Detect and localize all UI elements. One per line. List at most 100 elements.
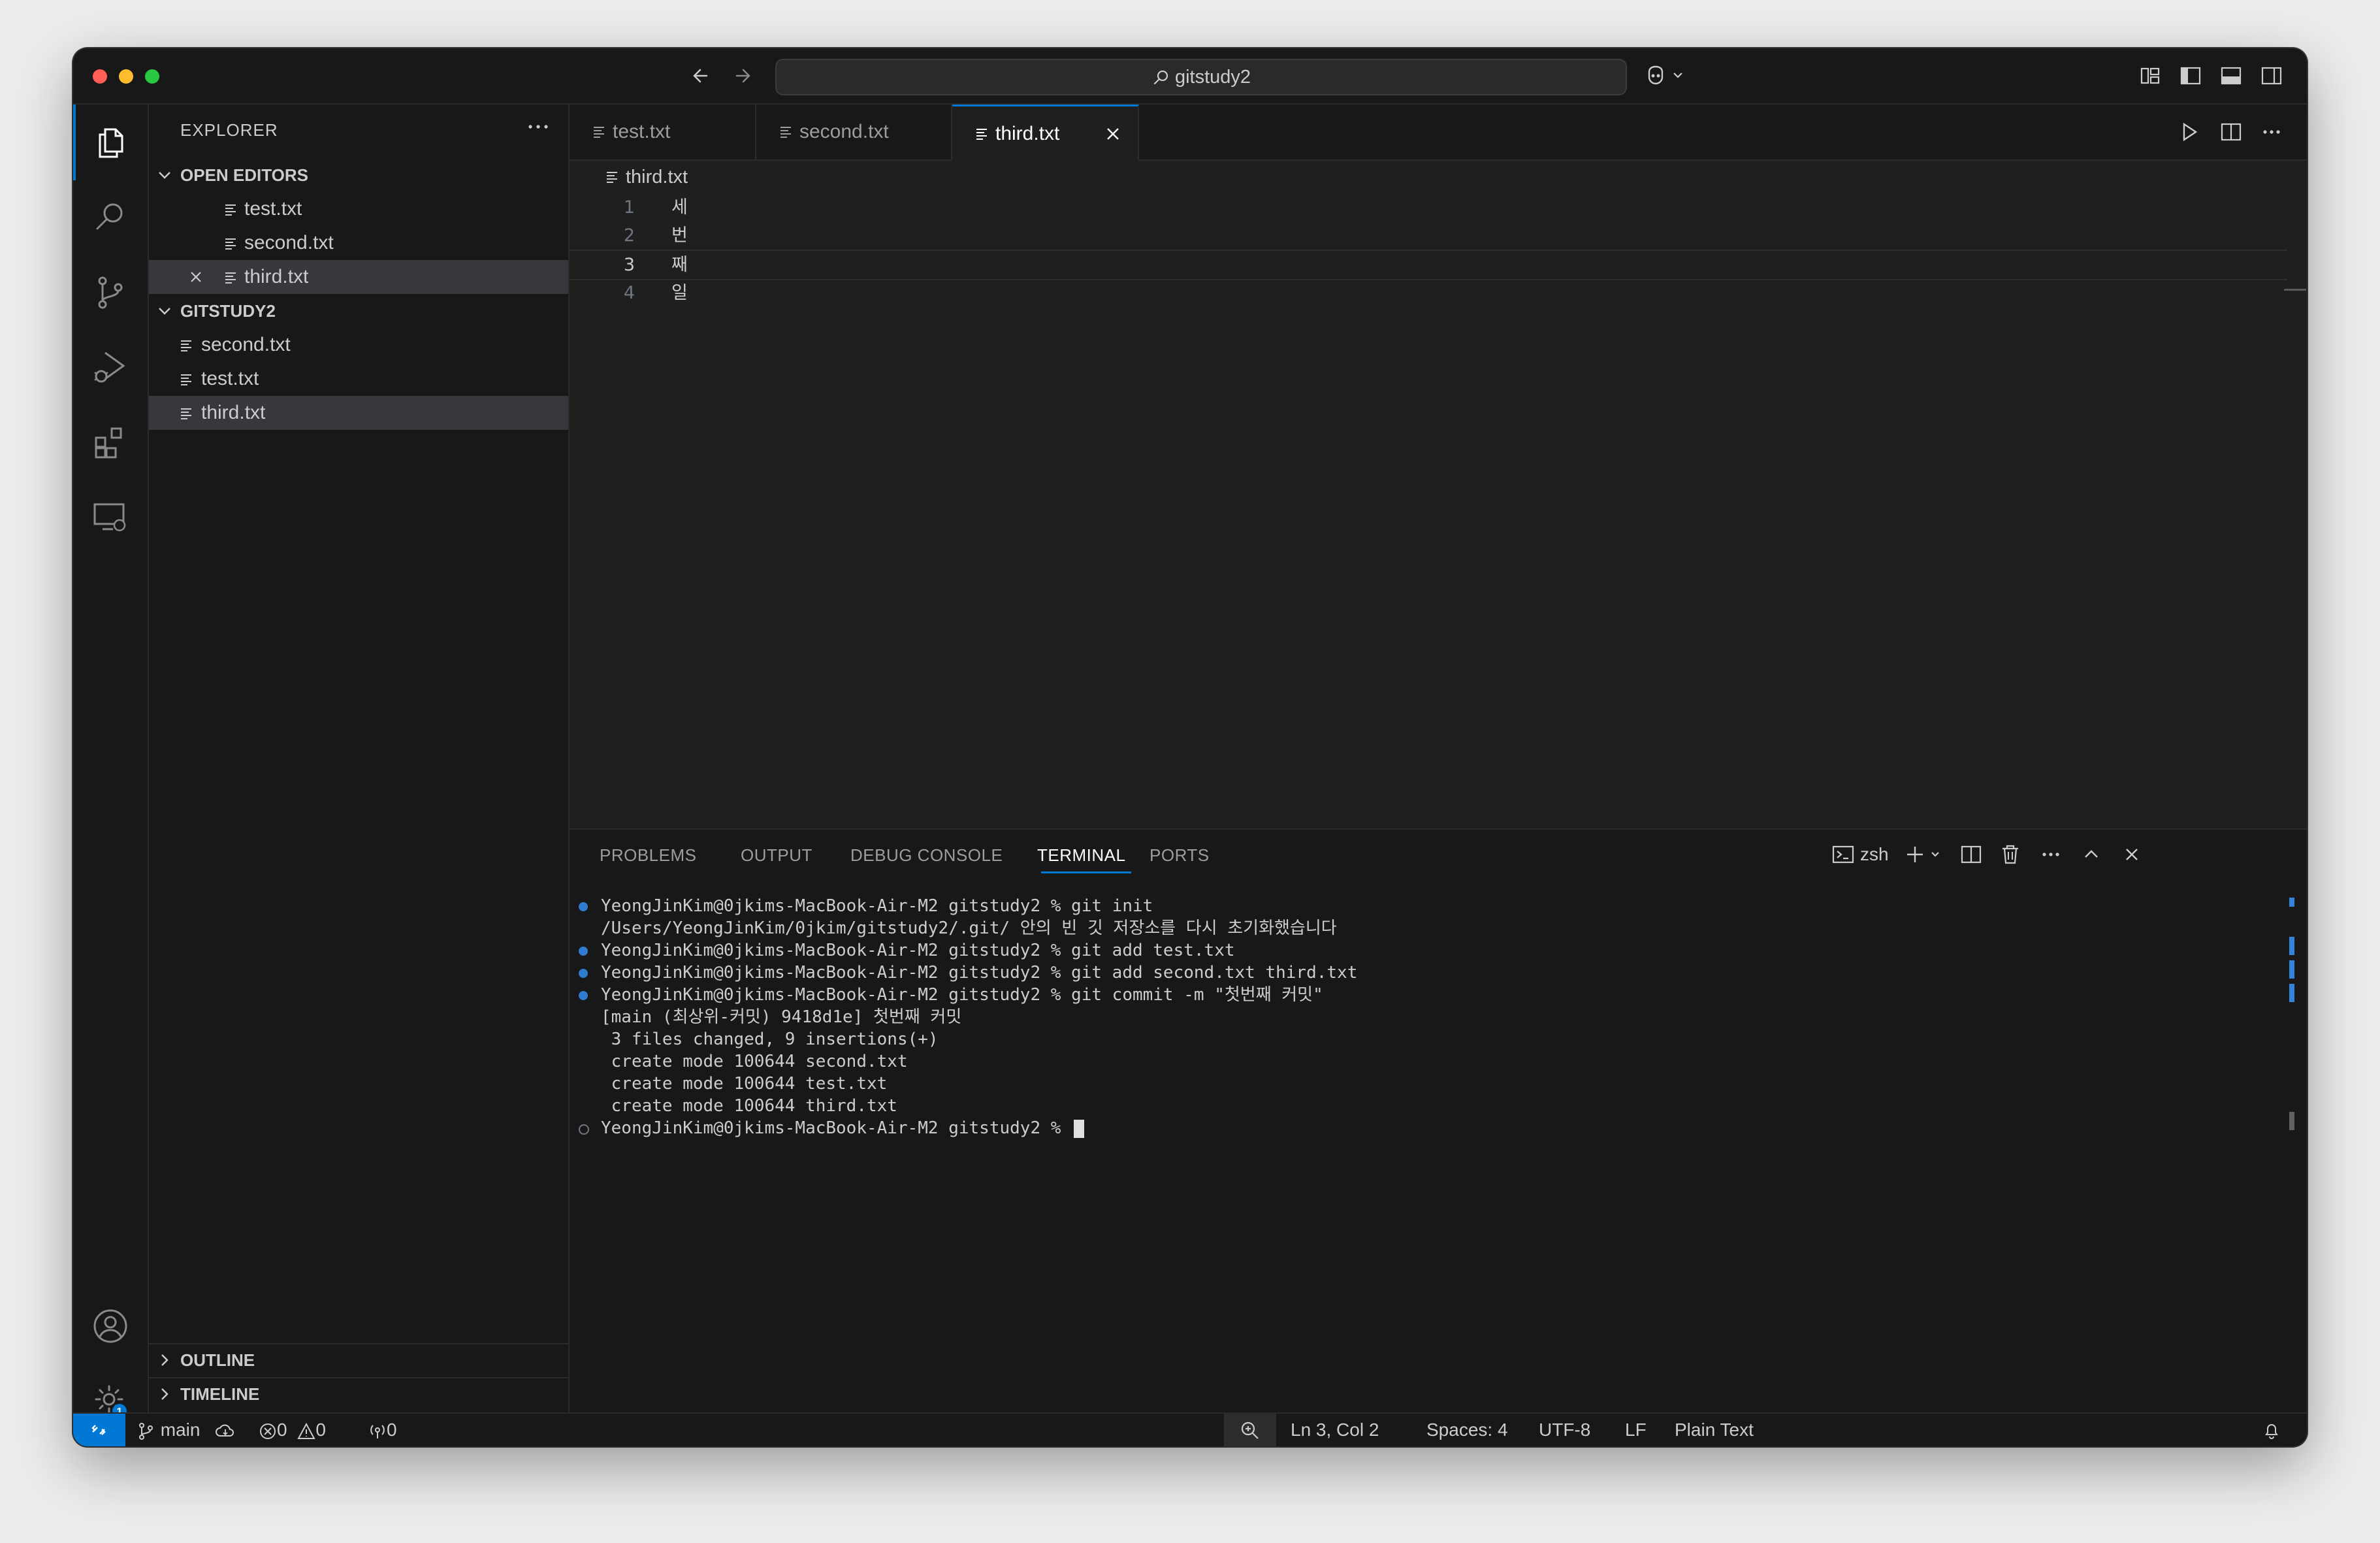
terminal-prompt-line: YeongJinKim@0jkims-MacBook-Air-M2 gitstu…: [601, 1117, 1085, 1139]
tab-label: third.txt: [995, 123, 1060, 144]
bottom-panel: PROBLEMS OUTPUT DEBUG CONSOLE TERMINAL P…: [570, 828, 2307, 1414]
customize-layout-icon[interactable]: [2137, 63, 2163, 89]
encoding[interactable]: UTF-8: [1539, 1414, 1590, 1446]
editor-area[interactable]: 1 세 2 번 3 째 4 일: [570, 193, 2307, 827]
breadcrumb-file: third.txt: [626, 167, 688, 187]
zoom-indicator[interactable]: [1224, 1414, 1276, 1446]
line-number: 4: [623, 283, 635, 303]
close-icon[interactable]: [188, 269, 204, 285]
line-number: 3: [623, 255, 635, 275]
code-line[interactable]: 2 번: [570, 221, 2287, 250]
command-center-text: gitstudy2: [1174, 67, 1251, 88]
ports-count: 0: [387, 1420, 397, 1440]
active-indicator: [73, 105, 76, 180]
branch-indicator[interactable]: main: [136, 1414, 200, 1446]
ports-indicator[interactable]: 0: [368, 1414, 397, 1446]
timeline-header[interactable]: TIMELINE: [149, 1377, 568, 1411]
sync-cloud-icon[interactable]: [214, 1421, 236, 1440]
error-icon: [260, 1423, 276, 1439]
warning-count: 0: [315, 1420, 326, 1440]
line-text: 째: [671, 255, 688, 275]
close-window-button[interactable]: [93, 69, 107, 84]
activity-bar: 1: [73, 105, 149, 1418]
accounts-icon[interactable]: [91, 1307, 130, 1346]
run-icon[interactable]: [2176, 119, 2202, 145]
file-item-third[interactable]: third.txt: [149, 396, 568, 430]
file-lines-icon: [181, 374, 191, 385]
folder-label: GITSTUDY2: [180, 301, 276, 321]
more-actions-icon[interactable]: [2259, 119, 2285, 145]
zoom-window-button[interactable]: [145, 69, 159, 84]
file-item-second[interactable]: second.txt: [149, 328, 568, 362]
tab-third[interactable]: third.txt: [952, 105, 1139, 163]
remote-indicator[interactable]: [73, 1414, 125, 1446]
end-of-line[interactable]: LF: [1625, 1414, 1647, 1446]
split-editor-icon[interactable]: [2218, 119, 2244, 145]
scrollbar-mark: [2289, 984, 2294, 1002]
breadcrumb[interactable]: third.txt: [570, 161, 2307, 193]
cursor-position[interactable]: Ln 3, Col 2: [1291, 1414, 1379, 1446]
open-editor-item-second[interactable]: second.txt: [149, 226, 568, 260]
open-editors-header[interactable]: OPEN EDITORS: [149, 158, 568, 192]
current-code-line[interactable]: 3 째: [570, 250, 2287, 280]
minimize-window-button[interactable]: [119, 69, 133, 84]
run-and-debug-icon[interactable]: [91, 348, 130, 387]
code-line[interactable]: 4 일: [570, 279, 2287, 307]
more-actions-icon[interactable]: [523, 114, 554, 140]
remote-explorer-icon[interactable]: [91, 498, 130, 537]
open-editor-item-test[interactable]: test.txt: [149, 192, 568, 226]
scrollbar-mark: [2289, 960, 2294, 979]
tab-label: second.txt: [799, 121, 889, 142]
open-editor-label: second.txt: [244, 232, 334, 253]
chevron-right-icon: [161, 1388, 169, 1400]
command-pending-dot[interactable]: [579, 1124, 589, 1135]
command-success-dot[interactable]: [579, 991, 588, 1000]
broadcast-icon: [370, 1424, 385, 1438]
warning-icon: [297, 1422, 316, 1439]
file-lines-icon: [225, 204, 236, 216]
code-line[interactable]: 1 세: [570, 193, 2287, 221]
chevron-down-icon: [159, 172, 170, 179]
notifications-bell-icon[interactable]: [2262, 1421, 2281, 1440]
language-mode[interactable]: Plain Text: [1675, 1414, 1754, 1446]
folder-header[interactable]: GITSTUDY2: [149, 294, 568, 328]
indentation[interactable]: Spaces: 4: [1426, 1414, 1508, 1446]
outline-header[interactable]: OUTLINE: [149, 1343, 568, 1377]
extensions-icon[interactable]: [91, 423, 130, 463]
terminal-output[interactable]: YeongJinKim@0jkims-MacBook-Air-M2 gitstu…: [570, 830, 2307, 1414]
close-icon[interactable]: [1104, 125, 1122, 143]
explorer-icon[interactable]: [91, 123, 130, 162]
problems-indicator[interactable]: 0 0: [259, 1414, 326, 1446]
tab-label: test.txt: [613, 121, 671, 142]
scrollbar-mark: [2289, 937, 2294, 955]
chevron-down-icon: [159, 308, 170, 315]
terminal-line: YeongJinKim@0jkims-MacBook-Air-M2 gitstu…: [601, 896, 1153, 916]
search-icon[interactable]: [91, 197, 130, 236]
file-lines-icon: [225, 238, 236, 250]
toggle-primary-sidebar-icon[interactable]: [2178, 63, 2204, 89]
back-arrow-icon[interactable]: [687, 61, 716, 90]
open-editor-item-third[interactable]: third.txt: [149, 260, 568, 294]
line-number: 2: [623, 225, 635, 246]
command-success-dot[interactable]: [579, 902, 588, 911]
source-control-icon[interactable]: [91, 273, 130, 312]
toggle-panel-icon[interactable]: [2218, 63, 2244, 89]
terminal-line: YeongJinKim@0jkims-MacBook-Air-M2 gitstu…: [601, 963, 1358, 983]
search-icon: [1153, 71, 1168, 85]
sidebar-title: EXPLORER: [180, 120, 278, 140]
forward-arrow-icon[interactable]: [728, 61, 756, 90]
toggle-secondary-sidebar-icon[interactable]: [2259, 63, 2285, 89]
line-text: 일: [671, 283, 688, 303]
tab-test[interactable]: test.txt: [570, 105, 756, 159]
tab-second[interactable]: second.txt: [756, 105, 952, 159]
file-lines-icon: [976, 129, 987, 140]
command-success-dot[interactable]: [579, 947, 588, 956]
copilot-icon[interactable]: [1644, 63, 1690, 89]
command-success-dot[interactable]: [579, 969, 588, 978]
command-center-search[interactable]: gitstudy2: [775, 59, 1627, 95]
scrollbar-thumb[interactable]: [2289, 1112, 2294, 1130]
explorer-sidebar: EXPLORER OPEN EDITORS test.txt second.tx…: [149, 105, 570, 1412]
file-item-test[interactable]: test.txt: [149, 362, 568, 396]
file-label: test.txt: [201, 368, 259, 389]
file-lines-icon: [181, 340, 191, 351]
